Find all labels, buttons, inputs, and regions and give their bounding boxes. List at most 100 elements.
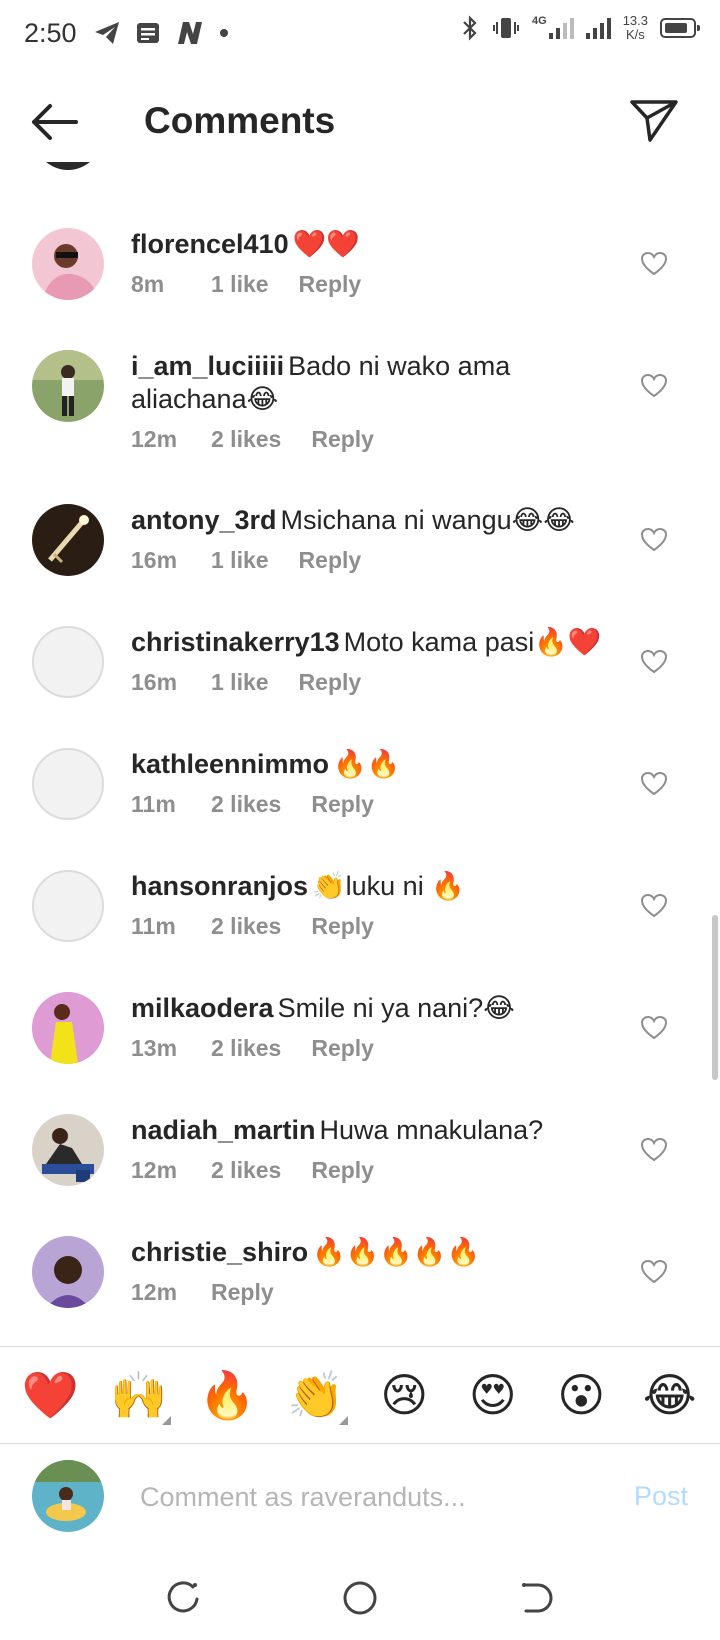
emoji-heart-button[interactable]: ❤️ — [10, 1355, 90, 1435]
paper-plane-icon[interactable] — [628, 94, 680, 146]
back-arrow-icon[interactable] — [28, 98, 80, 146]
avatar[interactable] — [32, 992, 104, 1064]
heart-outline-icon[interactable] — [640, 1014, 668, 1042]
signal-4g: 4G — [532, 16, 574, 39]
emoji-heart-eyes-button[interactable]: 😍 — [453, 1355, 533, 1435]
comment-username[interactable]: kathleennimmo — [131, 749, 329, 779]
comment-text: hansonranjos 👏luku ni 🔥 — [131, 870, 631, 903]
header: Comments — [0, 82, 720, 162]
comment-text: milkaodera Smile ni ya nani?😂 — [131, 992, 631, 1025]
back-nav-icon[interactable] — [512, 1573, 562, 1623]
heart-outline-icon[interactable] — [640, 250, 668, 278]
heart-outline-icon[interactable] — [640, 770, 668, 798]
emoji-fire-button[interactable]: 🔥 — [187, 1355, 267, 1435]
comment-likes[interactable]: 1 like — [211, 547, 269, 574]
comment-text: christie_shiro 🔥🔥🔥🔥🔥 — [131, 1236, 631, 1269]
comment-username[interactable]: milkaodera — [131, 993, 274, 1023]
dot-icon — [219, 29, 228, 37]
comment-body: christie_shiro 🔥🔥🔥🔥🔥 12m Reply — [131, 1236, 631, 1306]
avatar[interactable] — [32, 228, 104, 300]
comment-username[interactable]: nadiah_martin — [131, 1115, 316, 1145]
comment-time: 16m — [131, 547, 178, 573]
comment-meta: 13m 2 likes Reply — [131, 1035, 631, 1062]
reply-button[interactable]: Reply — [311, 1157, 374, 1184]
emoji-crying-button[interactable]: 😢 — [364, 1355, 444, 1435]
signal-bars-2-icon — [585, 17, 611, 39]
comment-meta: 8m 1 like Reply — [131, 271, 631, 298]
comment-body: i_am_luciiiii Bado ni wako ama aliachana😂… — [131, 350, 631, 453]
comment-username[interactable]: florencel410 — [131, 229, 289, 259]
comments-list[interactable]: florencel410 ❤️❤️ 8m 1 like Reply i_am_luci… — [0, 162, 720, 1346]
recents-icon[interactable] — [158, 1573, 208, 1623]
comment-likes[interactable]: 1 like — [211, 271, 269, 298]
comment-time: 11m — [131, 791, 176, 817]
comment-message: Smile ni ya nani?😂 — [277, 993, 515, 1023]
avatar[interactable] — [32, 748, 104, 820]
comment-likes[interactable]: 2 likes — [211, 1157, 281, 1184]
reply-button[interactable]: Reply — [299, 669, 362, 696]
comment-text: christinakerry13 Moto kama pasi🔥❤️ — [131, 626, 631, 659]
comment-item: nadiah_martin Huwa mnakulana? 12m 2 likes R… — [0, 1114, 720, 1242]
comment-composer: Post — [0, 1445, 720, 1555]
avatar[interactable] — [32, 870, 104, 942]
bluetooth-icon — [463, 15, 477, 41]
speed-unit: K/s — [625, 27, 645, 42]
comment-likes[interactable]: 2 likes — [211, 913, 281, 940]
comment-message: Huwa mnakulana? — [319, 1115, 544, 1145]
emoji-surprised-button[interactable]: 😮 — [541, 1355, 621, 1435]
speed-value: 13.3 — [622, 13, 648, 28]
comment-input[interactable] — [140, 1475, 600, 1519]
comment-message: ❤️❤️ — [292, 229, 360, 259]
comment-body: hansonranjos 👏luku ni 🔥 11m 2 likes Reply — [131, 870, 631, 940]
heart-outline-icon[interactable] — [640, 526, 668, 554]
comment-likes[interactable]: 2 likes — [211, 791, 281, 818]
comment-username[interactable]: antony_3rd — [131, 505, 277, 535]
emoji-laughing-button[interactable]: 😂 — [630, 1355, 710, 1435]
reply-button[interactable]: Reply — [299, 547, 362, 574]
avatar[interactable] — [32, 626, 104, 698]
comment-time: 12m — [131, 1157, 178, 1183]
comment-likes[interactable]: 2 likes — [211, 1035, 281, 1062]
reply-button[interactable]: Reply — [311, 1035, 374, 1062]
comment-username[interactable]: christinakerry13 — [131, 627, 340, 657]
comment-username[interactable]: hansonranjos — [131, 871, 308, 901]
comment-username[interactable]: christie_shiro — [131, 1237, 308, 1267]
heart-outline-icon[interactable] — [640, 648, 668, 676]
comment-likes[interactable]: 2 likes — [211, 426, 281, 453]
scrollbar[interactable] — [712, 915, 718, 1080]
avatar-partial — [34, 162, 102, 170]
comment-time: 8m — [131, 271, 165, 297]
skin-tone-indicator — [338, 1416, 348, 1425]
telegram-icon — [94, 22, 119, 44]
avatar[interactable] — [32, 504, 104, 576]
comment-item: hansonranjos 👏luku ni 🔥 11m 2 likes Reply — [0, 870, 720, 998]
emoji-clap-button[interactable]: 👏 — [276, 1355, 356, 1435]
avatar[interactable] — [32, 1236, 104, 1308]
comment-username[interactable]: i_am_luciiiii — [131, 351, 284, 381]
comment-item: christie_shiro 🔥🔥🔥🔥🔥 12m Reply — [0, 1236, 720, 1346]
heart-outline-icon[interactable] — [640, 1258, 668, 1286]
avatar[interactable] — [32, 1114, 104, 1186]
heart-outline-icon[interactable] — [640, 372, 668, 400]
heart-outline-icon[interactable] — [640, 892, 668, 920]
comment-likes[interactable]: 1 like — [211, 669, 269, 696]
reply-button[interactable]: Reply — [299, 271, 362, 298]
comment-text: kathleennimmo 🔥🔥 — [131, 748, 631, 781]
home-circle-icon[interactable] — [335, 1573, 385, 1623]
heart-outline-icon[interactable] — [640, 1136, 668, 1164]
comment-message: Moto kama pasi🔥❤️ — [343, 627, 602, 657]
post-button[interactable]: Post — [634, 1481, 688, 1512]
comment-body: antony_3rd Msichana ni wangu😂😂 16m 1 like R… — [131, 504, 631, 574]
avatar[interactable] — [32, 350, 104, 422]
reply-button[interactable]: Reply — [311, 426, 374, 453]
reply-button[interactable]: Reply — [211, 1279, 274, 1306]
status-bar: 2:50 4G 13.3 K/s — [0, 0, 720, 66]
comment-meta: 16m 1 like Reply — [131, 669, 631, 696]
comment-time: 11m — [131, 913, 176, 939]
comment-time: 12m — [131, 426, 178, 452]
system-nav-bar — [0, 1555, 720, 1640]
reply-button[interactable]: Reply — [311, 791, 374, 818]
reply-button[interactable]: Reply — [311, 913, 374, 940]
emoji-raised-hands-glyph: 🙌 — [110, 1369, 168, 1421]
emoji-raised-hands-button[interactable]: 🙌 — [99, 1355, 179, 1435]
